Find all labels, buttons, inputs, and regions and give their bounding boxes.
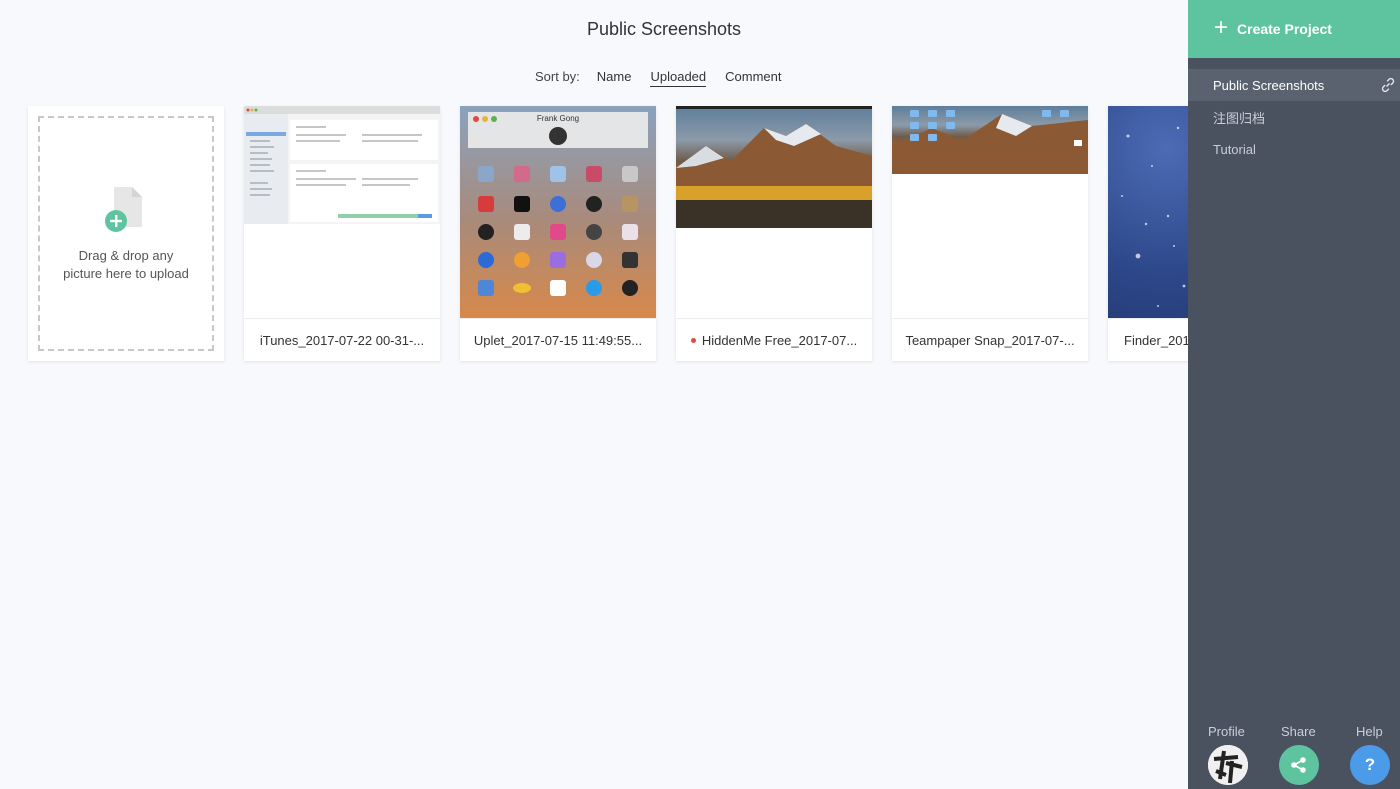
itunes-thumbnail-art [244, 106, 440, 224]
sort-by-comment[interactable]: Comment [725, 69, 781, 87]
mountain-shape [676, 106, 872, 228]
screenshot-thumbnail[interactable] [1108, 106, 1188, 318]
sidebar: + Create Project Public Screenshots 注图归档… [1188, 0, 1400, 789]
avatar[interactable] [1208, 745, 1248, 785]
mountain-thumbnail-art [676, 106, 872, 228]
create-project-label: Create Project [1237, 21, 1332, 37]
screenshot-thumbnail[interactable] [676, 106, 872, 318]
teampaper-thumbnail-art [892, 106, 1088, 174]
sort-label: Sort by: [535, 69, 580, 84]
screenshot-card[interactable]: Teampaper Snap_2017-07-... [892, 106, 1088, 361]
desktop-icons [892, 110, 1088, 174]
thumbnail-caption: Frank Gong [536, 114, 580, 123]
upload-dropzone-border: Drag & drop any picture here to upload [38, 116, 214, 351]
status-dot [690, 337, 696, 343]
screenshot-grid: Drag & drop any picture here to upload i… [28, 106, 1188, 361]
project-label: 注图归档 [1213, 110, 1266, 126]
screenshot-card[interactable]: Finder_201 [1108, 106, 1188, 361]
upload-dropzone[interactable]: Drag & drop any picture here to upload [28, 106, 224, 361]
project-item-tutorial[interactable]: Tutorial [1188, 133, 1400, 165]
main-area: Public Screenshots Sort by: Name Uploade… [0, 0, 1188, 789]
share-label: Share [1281, 724, 1316, 739]
help-button[interactable]: ? [1350, 745, 1390, 785]
share-icon [1291, 757, 1306, 773]
share-button[interactable] [1279, 745, 1319, 785]
upload-hint-line1: Drag & drop any [78, 247, 174, 263]
screenshot-thumbnail[interactable] [892, 106, 1088, 318]
project-label: Tutorial [1213, 141, 1256, 157]
sort-bar: Sort by: Name Uploaded Comment [535, 69, 782, 87]
profile-label: Profile [1208, 724, 1245, 739]
help-label: Help [1356, 724, 1383, 739]
screenshot-name: Teampaper Snap_2017-07-... [892, 318, 1088, 361]
avatar-image [1208, 745, 1248, 785]
project-item-public-screenshots[interactable]: Public Screenshots [1188, 69, 1400, 101]
screenshot-name: iTunes_2017-07-22 00-31-... [244, 318, 440, 361]
link-icon[interactable] [1380, 77, 1396, 93]
screenshot-thumbnail[interactable] [244, 106, 440, 318]
screenshot-name: Uplet_2017-07-15 11:49:55... [460, 318, 656, 361]
help-icon: ? [1364, 755, 1376, 774]
add-file-icon [105, 186, 142, 232]
create-project-button[interactable]: + Create Project [1188, 0, 1400, 58]
screenshot-card[interactable]: HiddenMe Free_2017-07... [676, 106, 872, 361]
sort-by-uploaded[interactable]: Uploaded [650, 69, 707, 87]
upload-hint-line2: picture here to upload [63, 265, 189, 281]
plus-icon: + [1214, 13, 1229, 41]
page-title: Public Screenshots [586, 19, 742, 39]
screenshot-card[interactable]: Frank Gong Uplet_2017-07-15 11:49:55... [460, 106, 656, 361]
screenshot-name: HiddenMe Free_2017-07... [676, 318, 872, 361]
project-label: Public Screenshots [1213, 77, 1325, 93]
screenshot-card[interactable]: iTunes_2017-07-22 00-31-... [244, 106, 440, 361]
project-item-archive[interactable]: 注图归档 [1188, 101, 1400, 133]
snow-thumbnail-art [1121, 126, 1186, 307]
screenshot-thumbnail[interactable]: Frank Gong [460, 106, 656, 318]
sort-by-name[interactable]: Name [597, 69, 632, 87]
upload-hint: Drag & drop any picture here to upload [63, 247, 189, 283]
uplet-thumbnail-art [468, 112, 648, 296]
screenshot-name: Finder_201 [1108, 318, 1188, 361]
screenshot-name-text: HiddenMe Free_2017-07... [701, 332, 858, 348]
